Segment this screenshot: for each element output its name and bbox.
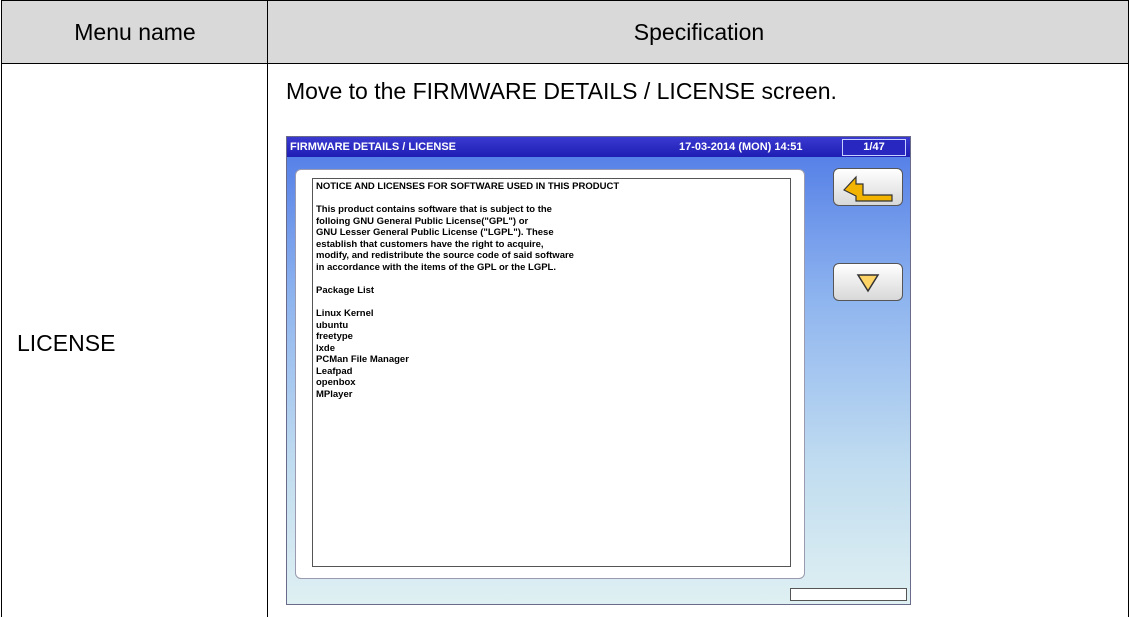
table-left-border [1, 0, 2, 617]
license-line: PCMan File Manager [316, 354, 409, 366]
header-specification: Specification [633, 19, 765, 45]
return-arrow-icon [843, 175, 893, 202]
license-line: MPlayer [316, 388, 353, 400]
license-line: NOTICE AND LICENSES FOR SOFTWARE USED IN… [316, 181, 620, 192]
license-line: freetype [316, 331, 353, 343]
screen-title: FIRMWARE DETAILS / LICENSE [290, 141, 457, 153]
header-menu-name: Menu name [74, 19, 196, 45]
license-line: Linux Kernel [316, 308, 374, 320]
spec-table: Menu name Specification LICENSE Move to … [1, 0, 1129, 617]
status-field [790, 588, 907, 601]
license-line: openbox [316, 377, 356, 389]
license-panel: NOTICE AND LICENSES FOR SOFTWARE USED IN… [295, 169, 805, 579]
screen-datetime: 17-03-2014 (MON) 14:51 [679, 141, 803, 153]
license-text-area[interactable]: NOTICE AND LICENSES FOR SOFTWARE USED IN… [312, 178, 791, 567]
page-indicator: 1/47 [842, 139, 906, 156]
license-line: modify, and redistribute the source code… [316, 250, 574, 262]
scroll-down-button[interactable] [833, 263, 903, 301]
table-header-row: Menu name Specification [1, 0, 1129, 64]
triangle-down-icon [856, 274, 880, 293]
back-button[interactable] [833, 168, 903, 206]
table-right-border [1128, 0, 1129, 617]
screen-title-bar: FIRMWARE DETAILS / LICENSE 17-03-2014 (M… [287, 137, 910, 157]
device-screenshot: FIRMWARE DETAILS / LICENSE 17-03-2014 (M… [286, 136, 911, 605]
license-line: Package List [316, 284, 375, 296]
table-column-divider [267, 0, 268, 617]
license-line: Leafpad [316, 365, 353, 377]
license-line: folloing GNU General Public License("GPL… [316, 215, 529, 227]
row-specification-text: Move to the FIRMWARE DETAILS / LICENSE s… [286, 78, 837, 104]
license-line: establish that customers have the right … [316, 238, 544, 250]
row-menu-name: LICENSE [17, 330, 116, 356]
license-line: GNU Lesser General Public License ("LGPL… [316, 227, 554, 239]
license-line: in accordance with the items of the GPL … [316, 261, 557, 273]
license-line: This product contains software that is s… [316, 204, 552, 216]
license-line: lxde [316, 342, 336, 354]
license-line: ubuntu [316, 319, 349, 331]
